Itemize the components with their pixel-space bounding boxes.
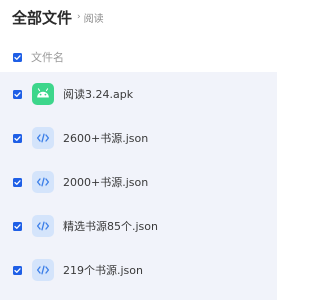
file-checkbox[interactable] — [13, 221, 22, 231]
file-browser: 全部文件 › 阅读 文件名 阅读3.24.apk 2600+书源.json 20… — [0, 0, 277, 300]
checkmark-icon — [14, 223, 21, 229]
file-name: 2000+书源.json — [63, 176, 149, 189]
checkmark-icon — [14, 135, 21, 141]
file-name: 2600+书源.json — [63, 132, 149, 145]
code-file-icon — [32, 215, 54, 237]
file-row-json[interactable]: 219个书源.json — [0, 248, 277, 292]
code-file-icon — [32, 171, 54, 193]
code-file-icon — [32, 127, 54, 149]
file-name: 219个书源.json — [63, 264, 143, 277]
column-header-filename[interactable]: 文件名 — [31, 49, 64, 65]
select-all-checkbox[interactable] — [13, 52, 22, 62]
breadcrumb: 全部文件 › 阅读 — [12, 6, 273, 28]
checkmark-icon — [14, 54, 21, 60]
file-checkbox[interactable] — [13, 89, 22, 99]
checkmark-icon — [14, 91, 21, 97]
android-icon — [32, 83, 54, 105]
breadcrumb-separator-icon: › — [77, 12, 81, 22]
page-title[interactable]: 全部文件 — [12, 7, 72, 28]
file-checkbox[interactable] — [13, 133, 22, 143]
file-row-json[interactable]: 2000+书源.json — [0, 160, 277, 204]
file-checkbox[interactable] — [13, 177, 22, 187]
breadcrumb-current-folder[interactable]: 阅读 — [84, 10, 104, 25]
checkmark-icon — [14, 267, 21, 273]
file-checkbox[interactable] — [13, 265, 22, 275]
file-row-json[interactable]: 精选书源85个.json — [0, 204, 277, 248]
list-header: 文件名 — [0, 42, 277, 72]
file-name: 精选书源85个.json — [63, 220, 158, 233]
file-name: 阅读3.24.apk — [63, 88, 134, 101]
code-file-icon — [32, 259, 54, 281]
file-row-json[interactable]: 2600+书源.json — [0, 116, 277, 160]
file-row-apk[interactable]: 阅读3.24.apk — [0, 72, 277, 116]
checkmark-icon — [14, 179, 21, 185]
file-list: 阅读3.24.apk 2600+书源.json 2000+书源.json 精选书… — [0, 72, 277, 300]
